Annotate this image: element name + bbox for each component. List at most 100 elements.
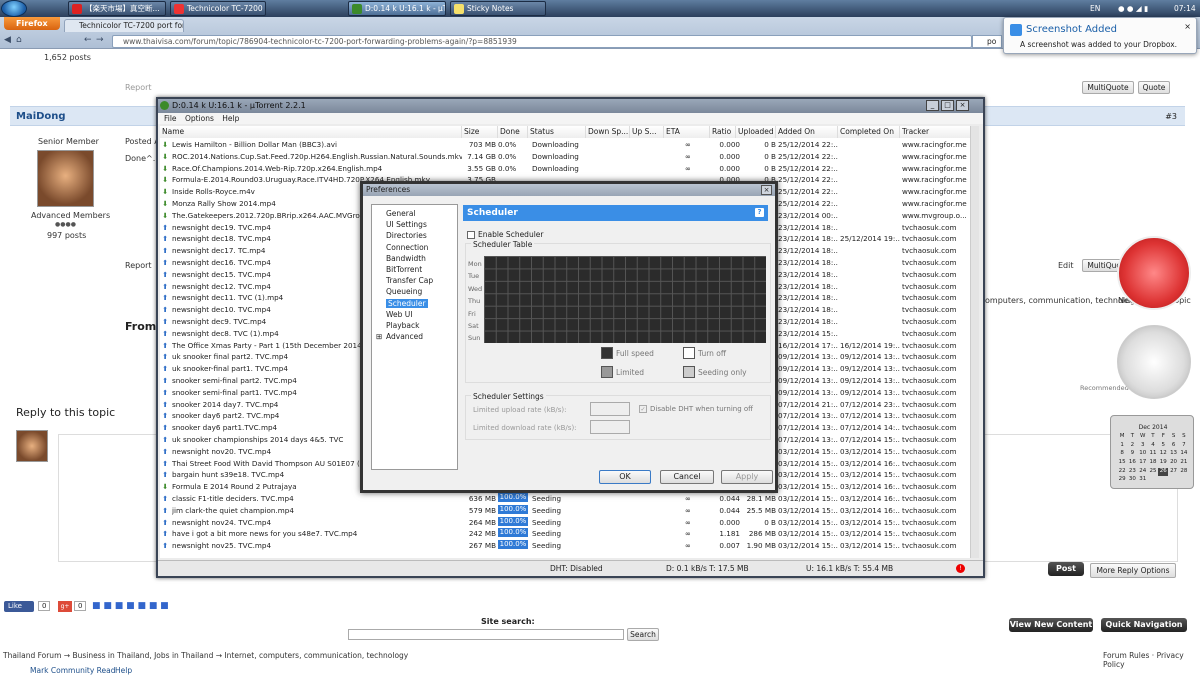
- column-header-uploaded[interactable]: Uploaded: [736, 126, 776, 138]
- report-link[interactable]: Report: [125, 261, 152, 270]
- post-author[interactable]: MaiDong: [16, 111, 66, 122]
- help-icon[interactable]: ?: [755, 208, 764, 217]
- torrent-row[interactable]: ⬆ jim clark-the quiet champion.mp4 579 MB 1…: [160, 504, 978, 517]
- column-header-eta[interactable]: ETA: [664, 126, 710, 138]
- clock-gadget-red[interactable]: [1117, 236, 1191, 310]
- calendar-day[interactable]: 22: [1117, 468, 1127, 477]
- column-header-tracker[interactable]: Tracker: [900, 126, 972, 138]
- calendar-day[interactable]: 6: [1168, 442, 1178, 451]
- utorrent-titlebar[interactable]: D:0.14 k U:16.1 k - µTorrent 2.2.1 _ □ ×: [158, 99, 983, 113]
- close-icon[interactable]: ×: [761, 185, 772, 195]
- pref-tree-connection[interactable]: Connection: [386, 243, 428, 252]
- pref-tree-bittorrent[interactable]: BitTorrent: [386, 265, 422, 274]
- calendar-day[interactable]: 18: [1148, 459, 1158, 468]
- pref-tree-transfer-cap[interactable]: Transfer Cap: [386, 276, 433, 285]
- column-header-down-sp[interactable]: Down Sp...: [586, 126, 630, 138]
- column-header-up-s[interactable]: Up S...: [630, 126, 664, 138]
- torrent-row[interactable]: ⬆ classic F1-title deciders. TVC.mp4 636 M…: [160, 493, 978, 505]
- torrent-row[interactable]: ⬆ have i got a bit more news for you s48e…: [160, 528, 978, 540]
- calendar-day[interactable]: 27: [1168, 468, 1178, 477]
- pref-tree-general[interactable]: General: [386, 209, 416, 218]
- edit-link[interactable]: Edit: [1058, 261, 1074, 270]
- pref-tree-advanced[interactable]: ⊞ Advanced: [376, 332, 423, 341]
- post-number[interactable]: #3: [1165, 112, 1177, 121]
- disable-dht-checkbox[interactable]: ✓: [639, 405, 647, 413]
- list-scrollbar[interactable]: [970, 126, 979, 558]
- calendar-day[interactable]: 14: [1179, 450, 1189, 459]
- report-link-top[interactable]: Report: [125, 83, 152, 92]
- ok-button[interactable]: OK: [599, 470, 651, 484]
- help-link[interactable]: Help: [115, 666, 132, 675]
- column-header-completed-on[interactable]: Completed On: [838, 126, 900, 138]
- breadcrumb-business[interactable]: Business in Thailand, Jobs in Thailand: [72, 651, 213, 660]
- column-header-done[interactable]: Done: [498, 126, 528, 138]
- calendar-day[interactable]: 21: [1179, 459, 1189, 468]
- calendar-day[interactable]: 19: [1158, 459, 1168, 468]
- pref-tree-directories[interactable]: Directories: [386, 231, 427, 240]
- home-icon[interactable]: ⌂: [16, 35, 22, 45]
- view-new-content-button[interactable]: View New Content: [1009, 618, 1093, 632]
- start-button[interactable]: [1, 0, 27, 17]
- pref-tree-scheduler[interactable]: Scheduler: [386, 298, 428, 308]
- close-icon[interactable]: ×: [956, 100, 969, 111]
- preferences-titlebar[interactable]: Preferences ×: [363, 184, 775, 196]
- calendar-day[interactable]: 17: [1138, 459, 1148, 468]
- taskbar-item-utorrent[interactable]: D:0.14 k U:16.1 k - µT...: [348, 1, 446, 16]
- column-header-status[interactable]: Status: [528, 126, 586, 138]
- browser-tab-active[interactable]: Technicolor TC-7200 port for...: [64, 19, 184, 32]
- calendar-day[interactable]: 15: [1117, 459, 1127, 468]
- calendar-day[interactable]: 30: [1127, 476, 1137, 485]
- torrent-row[interactable]: ⬇ Race.Of.Champions.2014.Web-Rip.720p.x26…: [160, 163, 978, 175]
- expand-icon[interactable]: ⊞: [376, 332, 382, 341]
- firefox-menu-button[interactable]: Firefox: [4, 17, 60, 30]
- preferences-tree[interactable]: General UI Settings Directories Connection B…: [371, 204, 458, 470]
- site-search-input[interactable]: [348, 629, 624, 640]
- taskbar-item-sticky-notes[interactable]: Sticky Notes: [450, 1, 546, 16]
- dropbox-notification[interactable]: Screenshot Added A screenshot was added …: [1003, 17, 1197, 54]
- quick-navigation-button[interactable]: Quick Navigation: [1101, 618, 1187, 632]
- forum-rules-link[interactable]: Forum Rules: [1103, 651, 1149, 660]
- calendar-day[interactable]: 2: [1127, 442, 1137, 451]
- calendar-day[interactable]: 4: [1148, 442, 1158, 451]
- calendar-day[interactable]: 13: [1168, 450, 1178, 459]
- minimize-icon[interactable]: _: [926, 100, 939, 111]
- torrent-row[interactable]: ⬇ ROC.2014.Nations.Cup.Sat.Feed.720p.H264…: [160, 151, 978, 163]
- calendar-day[interactable]: 3: [1138, 442, 1148, 451]
- pref-tree-bandwidth[interactable]: Bandwidth: [386, 254, 426, 263]
- apply-button[interactable]: Apply: [721, 470, 773, 484]
- more-reply-options-button[interactable]: More Reply Options: [1090, 563, 1176, 578]
- calendar-day[interactable]: 5: [1158, 442, 1168, 451]
- calendar-day[interactable]: 25: [1148, 468, 1158, 477]
- maximize-icon[interactable]: □: [941, 100, 954, 111]
- url-bar[interactable]: www.thaivisa.com/forum/topic/786904-tech…: [112, 35, 972, 48]
- torrent-row[interactable]: ⬆ newsnight nov24. TVC.mp4 264 MB 100.0% See…: [160, 516, 978, 529]
- upload-rate-input[interactable]: [590, 402, 630, 416]
- multiquote-button-top[interactable]: MultiQuote: [1082, 81, 1134, 94]
- enable-scheduler-checkbox[interactable]: [467, 231, 475, 239]
- scheduler-grid[interactable]: [484, 256, 766, 343]
- calendar-day[interactable]: 29: [1117, 476, 1127, 485]
- calendar-day[interactable]: 16: [1127, 459, 1137, 468]
- column-header-ratio[interactable]: Ratio: [710, 126, 736, 138]
- calendar-day[interactable]: 10: [1138, 450, 1148, 459]
- pref-tree-ui-settings[interactable]: UI Settings: [386, 220, 427, 229]
- forward-arrow-icon[interactable]: →: [96, 35, 104, 45]
- alert-icon[interactable]: !: [956, 564, 965, 573]
- pref-tree-web-ui[interactable]: Web UI: [386, 310, 412, 319]
- facebook-like-button[interactable]: Like: [4, 601, 34, 612]
- download-rate-input[interactable]: [590, 420, 630, 434]
- column-header-name[interactable]: Name: [160, 126, 462, 138]
- column-header-added-on[interactable]: Added On: [776, 126, 838, 138]
- calendar-day[interactable]: 23: [1127, 468, 1137, 477]
- calendar-day[interactable]: 1: [1117, 442, 1127, 451]
- taskbar-item-technicolor[interactable]: Technicolor TC-7200 ...: [170, 1, 266, 16]
- author-avatar[interactable]: [37, 150, 94, 207]
- calendar-gadget[interactable]: Dec 2014 M T W T F S S 1 2 3 4 5 6 7 8 9 10 11 12 13 14 15 16 1…: [1110, 415, 1194, 489]
- taskbar-item-rakuten[interactable]: 【楽天市場】真空断...: [68, 1, 166, 16]
- breadcrumb-internet[interactable]: Internet, computers, communication, tech…: [224, 651, 408, 660]
- calendar-day[interactable]: 28: [1179, 468, 1189, 477]
- clock-gadget-silver[interactable]: [1117, 325, 1191, 399]
- pref-tree-playback[interactable]: Playback: [386, 321, 419, 330]
- cancel-button[interactable]: Cancel: [660, 470, 714, 484]
- back-icon[interactable]: ◀: [4, 35, 11, 45]
